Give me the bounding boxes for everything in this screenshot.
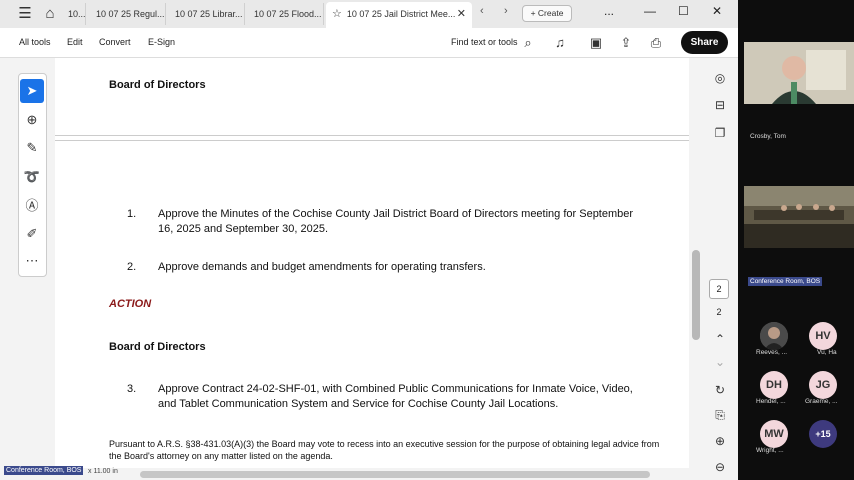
upload-icon[interactable]: ⇪ xyxy=(617,34,635,52)
fill-sign-icon[interactable]: ✐ xyxy=(20,222,44,246)
tab-scroll-left-icon[interactable]: ‹ xyxy=(480,5,484,17)
more-participants-button[interactable]: +15 xyxy=(809,420,837,448)
executive-session-note: Pursuant to A.R.S. §38-431.03(A)(3) the … xyxy=(109,439,660,461)
tab-label: 10... xyxy=(68,9,86,19)
menu-bar: All tools Edit Convert E-Sign Find text … xyxy=(0,28,738,58)
zoom-in-icon[interactable]: ⊕ xyxy=(710,431,730,451)
page-divider xyxy=(55,140,689,141)
participant-name: Graeme, ... xyxy=(805,398,838,405)
item-number: 1. xyxy=(127,208,137,220)
action-heading: ACTION xyxy=(109,298,152,310)
create-button[interactable]: + Create xyxy=(522,5,572,22)
home-icon[interactable]: ⌂ xyxy=(41,5,59,23)
save-icon[interactable]: ▣ xyxy=(587,34,605,52)
find-text-label[interactable]: Find text or tools xyxy=(451,37,518,47)
room-tag: Conference Room, BOS xyxy=(748,277,823,286)
total-pages: 2 xyxy=(716,307,722,317)
acrobat-window: ☰ ⌂ 10... 10 07 25 Regul... 10 07 25 Lib… xyxy=(0,0,738,480)
item-number: 3. xyxy=(127,383,137,395)
heading-board-of-directors-2: Board of Directors xyxy=(109,341,206,353)
page-properties-icon[interactable]: ⎘ xyxy=(710,405,730,425)
tab-bar: ☰ ⌂ 10... 10 07 25 Regul... 10 07 25 Lib… xyxy=(0,0,738,28)
more-options-icon[interactable]: ... xyxy=(604,4,614,18)
hamburger-menu-icon[interactable]: ☰ xyxy=(16,5,34,23)
share-button[interactable]: Share xyxy=(681,31,728,54)
minimize-icon[interactable]: — xyxy=(644,4,656,18)
agenda-item-2: Approve demands and budget amendments fo… xyxy=(158,261,486,273)
tab-2[interactable]: 10 07 25 Regul... xyxy=(90,3,166,25)
text-box-icon[interactable]: Ⓐ xyxy=(20,194,44,218)
menu-convert[interactable]: Convert xyxy=(99,37,131,47)
menu-edit[interactable]: Edit xyxy=(67,37,83,47)
print-icon[interactable]: ⎙ xyxy=(647,34,665,52)
pages-icon[interactable]: ❐ xyxy=(710,123,730,143)
horizontal-scroll-thumb[interactable] xyxy=(140,471,650,478)
zoom-out-icon[interactable]: ⊖ xyxy=(710,457,730,477)
rotate-icon[interactable]: ↻ xyxy=(710,380,730,400)
highlight-pen-icon[interactable]: ✎ xyxy=(20,136,44,160)
participant-name: Vu, Ha xyxy=(817,349,837,356)
participant-name: Wright, ... xyxy=(756,447,784,454)
agenda-item-1: Approve the Minutes of the Cochise Count… xyxy=(158,208,634,235)
close-tab-icon[interactable]: ✕ xyxy=(457,2,466,26)
tab-label: 10 07 25 Flood... xyxy=(254,9,322,19)
menu-all-tools[interactable]: All tools xyxy=(19,37,51,47)
bookmarks-icon[interactable]: ⊟ xyxy=(710,95,730,115)
draw-icon[interactable]: ➰ xyxy=(20,165,44,189)
tab-label: 10 07 25 Regul... xyxy=(96,9,165,19)
room-tag: Conference Room, BOS xyxy=(4,466,84,475)
conference-room-video[interactable] xyxy=(744,186,854,248)
tab-scroll-right-icon[interactable]: › xyxy=(504,5,508,17)
page-size-label: x 11.00 in xyxy=(88,468,118,475)
tab-4[interactable]: 10 07 25 Flood... xyxy=(248,3,324,25)
tab-label: 10 07 25 Librar... xyxy=(175,9,243,19)
create-label: Create xyxy=(537,8,564,18)
avatar-hendel[interactable]: DH xyxy=(760,371,788,399)
avatar-reeves[interactable] xyxy=(760,322,788,350)
participant-name: Hendel, ... xyxy=(756,398,786,405)
conference-room-image xyxy=(744,186,854,248)
close-window-icon[interactable]: ✕ xyxy=(712,4,722,18)
current-page-field[interactable]: 2 xyxy=(709,279,729,299)
page-divider xyxy=(55,135,689,136)
avatar-vu[interactable]: HV xyxy=(809,322,837,350)
avatar-photo xyxy=(760,322,788,350)
participant-video-image xyxy=(744,42,854,104)
pdf-page: Board of Directors 1. Approve the Minute… xyxy=(55,58,689,468)
tab-3[interactable]: 10 07 25 Librar... xyxy=(169,3,245,25)
star-icon[interactable]: ☆ xyxy=(332,8,342,20)
previous-page-icon[interactable]: ⌃ xyxy=(710,329,730,349)
participant-video[interactable] xyxy=(744,42,854,104)
avatar-graeme[interactable]: JG xyxy=(809,371,837,399)
vertical-scroll-thumb[interactable] xyxy=(692,250,700,340)
maximize-icon[interactable]: ☐ xyxy=(678,4,689,18)
comment-icon[interactable]: ⊕ xyxy=(20,108,44,132)
select-cursor-icon[interactable]: ➤ xyxy=(20,79,44,103)
tab-label: 10 07 25 Jail District Mee... xyxy=(346,9,456,19)
participant-name: Reeves, ... xyxy=(756,349,788,356)
tab-active[interactable]: ☆ 10 07 25 Jail District Mee... ✕ xyxy=(326,2,472,28)
heading-board-of-directors: Board of Directors xyxy=(109,79,206,91)
agenda-item-3: Approve Contract 24-02-SHF-01, with Comb… xyxy=(158,383,633,410)
avatar-wright[interactable]: MW xyxy=(760,420,788,448)
comments-panel-icon[interactable]: ◎ xyxy=(710,68,730,88)
tab-1[interactable]: 10... xyxy=(62,3,86,25)
participant-name: Crosby, Tom xyxy=(750,133,786,140)
menu-esign[interactable]: E-Sign xyxy=(148,37,175,47)
read-aloud-icon[interactable]: ♫ xyxy=(551,34,569,52)
search-icon[interactable]: ⌕ xyxy=(519,34,537,52)
item-number: 2. xyxy=(127,261,137,273)
more-tools-icon[interactable]: ⋯ xyxy=(20,249,44,273)
next-page-icon[interactable]: ⌄ xyxy=(710,352,730,372)
